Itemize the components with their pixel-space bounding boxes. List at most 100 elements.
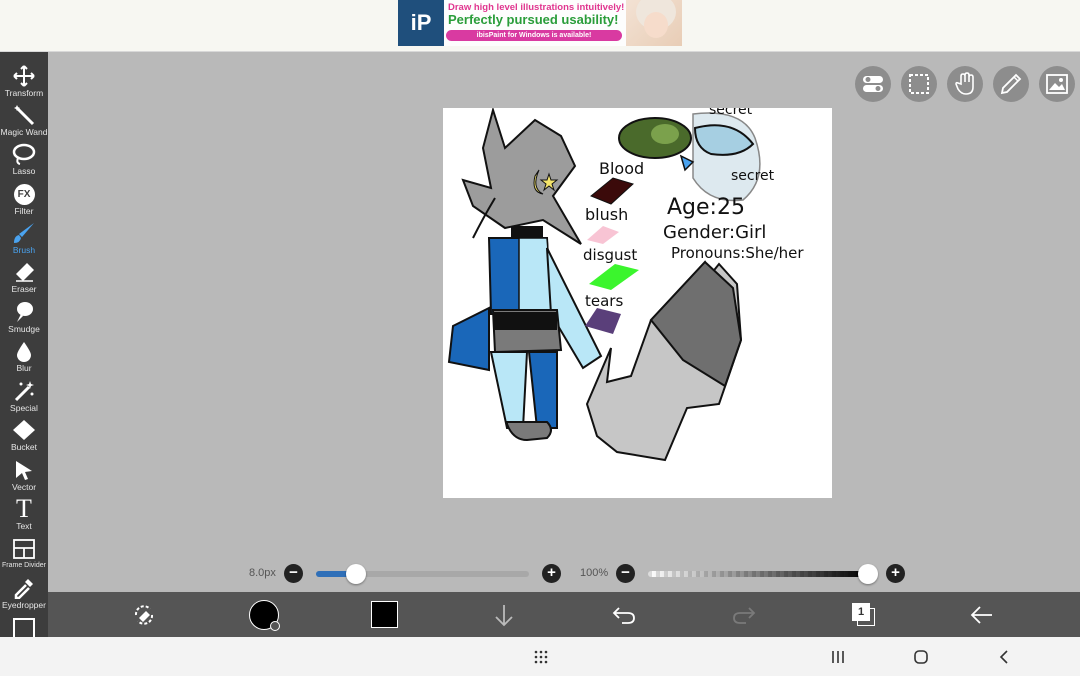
tool-label: Blur [16,363,32,373]
back-button[interactable] [966,592,998,637]
tool-magic-wand[interactable]: Magic Wand [0,101,48,140]
brush-opacity-decrease-button[interactable]: − [616,564,635,583]
tool-vector[interactable]: Vector [0,456,48,495]
character-drawing [447,108,603,442]
tool-text[interactable]: T Text [0,495,48,534]
layers-button[interactable]: 1 [848,592,880,637]
tool-blur[interactable]: Blur [0,337,48,376]
filter-icon: FX [13,183,35,205]
bottom-toolbar: 1 [48,592,1080,637]
quick-pen-button[interactable] [993,66,1029,102]
undo-icon [612,606,635,624]
recent-apps-icon [832,651,844,663]
tool-filter[interactable]: FX Filter [0,180,48,219]
brush-size-decrease-button[interactable]: − [284,564,303,583]
download-button[interactable] [488,592,520,637]
tool-label: Vector [11,482,37,492]
tool-settings-button[interactable] [128,592,160,637]
layer-count: 1 [852,602,870,621]
quick-hand-button[interactable] [947,66,983,102]
tool-smudge[interactable]: Smudge [0,298,48,337]
label-blood: Blood [599,159,644,178]
tool-bucket[interactable]: Bucket [0,416,48,455]
arrow-down-icon [495,604,513,626]
artwork: secret secret Blood blush disgust tears … [447,108,804,462]
chevron-left-icon [999,650,1008,664]
tool-label: Special [10,403,38,413]
color-button[interactable] [368,592,400,637]
tool-lasso[interactable]: Lasso [0,140,48,179]
quick-image-button[interactable] [1039,66,1075,102]
quick-selection-button[interactable] [901,66,937,102]
label-disgust: disgust [583,246,637,264]
label-gender: Gender:Girl [663,222,766,243]
brush-size-increase-button[interactable]: + [542,564,561,583]
brush-opacity-thumb[interactable] [858,564,878,584]
brush-preview-button[interactable] [246,592,282,637]
image-icon [1046,74,1068,94]
vector-icon [16,461,32,480]
ad-banner[interactable]: iP Draw high level illustrations intuiti… [398,0,682,46]
undo-button[interactable] [608,592,640,637]
grid-dots-icon [534,650,548,664]
ad-subline: ibisPaint for Windows is available! [446,30,622,41]
drawing-canvas[interactable]: secret secret Blood blush disgust tears … [443,108,832,498]
app-drawer-button[interactable] [533,649,553,665]
tool-label: Filter [14,206,34,216]
tool-transform[interactable]: Transform [0,62,48,101]
home-icon [914,650,928,664]
quick-toggle-button[interactable] [855,66,891,102]
selection-icon [909,74,929,94]
transform-icon [13,65,35,87]
magic-wand-icon [14,105,35,126]
current-color-swatch [370,601,398,628]
tool-label: Magic Wand [0,127,48,137]
label-secret-top: secret [709,108,753,118]
tool-label: Eraser [11,284,37,294]
bucket-icon [13,420,35,440]
redo-icon [733,606,756,624]
text-icon: T [16,494,32,523]
special-icon [14,381,34,402]
tool-sidebar: Transform Magic Wand Lasso FX Filter Bru… [0,52,48,637]
label-pronouns: Pronouns:She/her [671,244,804,262]
home-button[interactable] [913,649,931,665]
layers-icon: 1 [852,602,876,627]
tool-label: Transform [4,88,44,98]
tool-label: Bucket [11,442,37,452]
filter-icon-text: FX [17,188,31,200]
smudge-icon [17,302,33,322]
blur-icon [17,342,31,362]
ad-character-image [626,0,682,46]
frame-divider-icon [13,539,35,559]
ibispaint-logo: iP [398,0,444,46]
ad-headline-2: Perfectly pursued usability! [448,12,619,27]
ad-logo-text: iP [410,10,432,35]
redo-button[interactable] [728,592,760,637]
toggle-icon [863,76,883,92]
tool-eyedropper[interactable]: Eyedropper [0,574,48,613]
label-secret: secret [731,168,775,184]
eraser-icon [16,263,34,282]
tool-frame-divider[interactable]: Frame Divider [0,535,48,574]
tool-brush[interactable]: Brush [0,219,48,258]
tool-label: Lasso [12,166,36,176]
recent-apps-button[interactable] [830,649,850,665]
brush-opacity-increase-button[interactable]: + [886,564,905,583]
brush-opacity-value: 100% [580,567,609,579]
label-tears: tears [585,292,623,310]
eyedropper-icon [14,579,33,599]
brush-opacity-slider[interactable] [648,571,868,577]
ad-banner-area: iP Draw high level illustrations intuiti… [0,0,1080,52]
tool-special[interactable]: Special [0,377,48,416]
tool-label: Eyedropper [2,600,46,610]
tool-label: Frame Divider [2,562,46,569]
rotate-eraser-icon [134,604,154,625]
brush-size-value: 8.0px [249,567,276,579]
system-back-button[interactable] [996,649,1014,665]
brush-preview-icon [249,599,280,631]
tool-eraser[interactable]: Eraser [0,258,48,297]
tool-more-partial[interactable] [13,618,35,637]
label-blush: blush [585,205,628,224]
system-navigation-bar [0,637,1080,676]
